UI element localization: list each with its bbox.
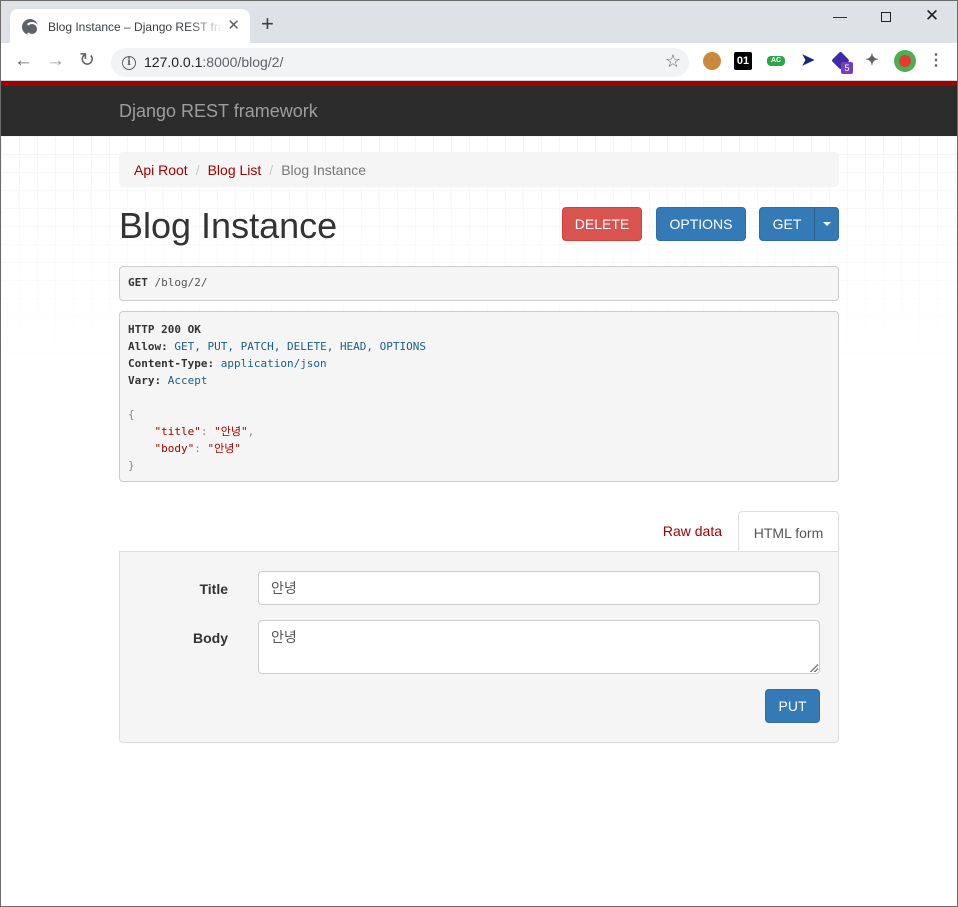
breadcrumb: Api Root / Blog List / Blog Instance [119, 152, 839, 187]
breadcrumb-blog-instance: Blog Instance [281, 161, 367, 178]
response-info: HTTP 200 OK Allow: GET, PUT, PATCH, DELE… [119, 311, 839, 482]
response-header: Vary: Accept [128, 374, 208, 387]
request-path: /blog/2/ [154, 276, 208, 289]
html-form-panel: Title Body 안녕 PUT [119, 551, 839, 743]
01-extension-icon[interactable]: 01 [734, 52, 752, 70]
minimize-icon[interactable]: — [817, 5, 863, 27]
breadcrumb-blog-list[interactable]: Blog List [208, 162, 262, 178]
breadcrumb-api-root[interactable]: Api Root [134, 162, 188, 178]
request-info: GET /blog/2/ [119, 266, 839, 301]
extension-badge: 5 [841, 62, 853, 74]
info-icon[interactable]: i [122, 56, 136, 70]
response-header: Content-Type: application/json [128, 357, 327, 370]
title-input[interactable] [258, 571, 820, 605]
response-status: HTTP 200 OK [128, 323, 201, 336]
plus-icon[interactable]: + [261, 13, 274, 35]
get-format-dropdown[interactable] [814, 207, 839, 241]
url-text[interactable]: 127.0.0.1:8000/blog/2/ [144, 54, 283, 70]
profile-avatar[interactable] [894, 50, 916, 72]
window-close-icon[interactable]: ✕ [909, 5, 955, 27]
browser-tab[interactable]: Blog Instance – Django REST framework ✕ [10, 9, 250, 44]
page-title: Blog Instance [119, 205, 338, 246]
cookie-icon[interactable] [703, 52, 721, 70]
browser-toolbar: ← → ↻ i 127.0.0.1:8000/blog/2/ ☆ 01 AC ➤… [1, 43, 957, 81]
page-content: Django REST framework Api Root / Blog Li… [1, 81, 957, 906]
get-button[interactable]: GET [759, 207, 815, 241]
json-open-brace: { [128, 408, 135, 421]
reload-icon[interactable]: ↻ [79, 50, 95, 72]
put-button[interactable]: PUT [765, 689, 820, 723]
bookmark-star-icon[interactable]: ☆ [665, 51, 681, 72]
browser-titlebar: Blog Instance – Django REST framework ✕ … [1, 1, 957, 44]
back-arrow-icon[interactable]: ← [14, 50, 33, 72]
tab-close-icon[interactable]: ✕ [227, 18, 240, 34]
tab-html-form[interactable]: HTML form [738, 511, 839, 553]
json-close-brace: } [128, 459, 135, 472]
caret-down-icon [822, 222, 831, 226]
globe-icon [22, 18, 38, 35]
form-tabs: Raw data HTML form [119, 511, 839, 553]
title-label: Title [199, 581, 228, 597]
breadcrumb-separator: / [269, 161, 274, 178]
json-field: "title": "안녕", [154, 425, 255, 438]
navbar: Django REST framework [1, 86, 957, 136]
ac-extension-icon[interactable]: AC [767, 56, 785, 66]
breadcrumb-separator: / [195, 161, 200, 178]
forward-arrow-icon[interactable]: → [46, 50, 65, 72]
options-button[interactable]: OPTIONS [656, 207, 746, 241]
request-method: GET [128, 276, 148, 289]
delete-button[interactable]: DELETE [562, 207, 642, 241]
json-field: "body": "안녕" [154, 442, 242, 455]
maximize-icon[interactable] [863, 5, 909, 27]
address-bar[interactable]: i 127.0.0.1:8000/blog/2/ ☆ [111, 48, 689, 77]
body-label: Body [193, 630, 228, 646]
response-header: Allow: GET, PUT, PATCH, DELETE, HEAD, OP… [128, 340, 427, 353]
tab-title: Blog Instance – Django REST framework [48, 19, 224, 34]
body-textarea[interactable]: 안녕 [258, 620, 820, 674]
cursor-extension-icon[interactable]: ➤ [799, 52, 817, 70]
menu-icon[interactable]: ⋮ [927, 52, 945, 70]
puzzle-icon[interactable]: ✦ [863, 52, 881, 70]
tab-raw-data[interactable]: Raw data [663, 523, 722, 539]
navbar-brand[interactable]: Django REST framework [119, 101, 318, 122]
resize-handle-icon[interactable] [810, 664, 818, 672]
